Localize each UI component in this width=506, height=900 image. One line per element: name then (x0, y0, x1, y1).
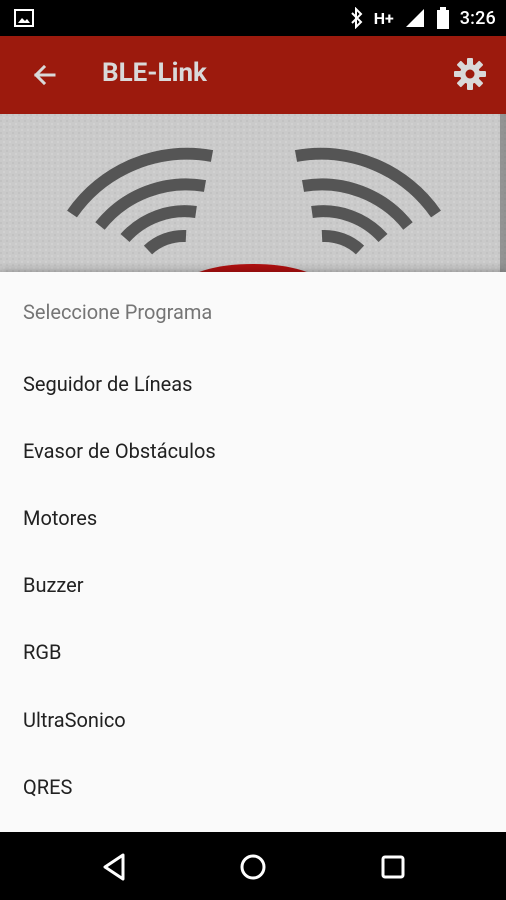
program-item-label: Motores (23, 506, 98, 530)
program-item-evasor[interactable]: Evasor de Obstáculos (0, 423, 506, 479)
program-item-seguidor[interactable]: Seguidor de Líneas (0, 356, 506, 412)
sheet-title: Seleccione Programa (23, 300, 213, 324)
program-item-label: QRES (23, 775, 73, 799)
program-selection-sheet: Seleccione Programa Seguidor de Líneas E… (0, 272, 506, 832)
network-type: H+ (373, 8, 394, 28)
program-item-motores[interactable]: Motores (0, 490, 506, 546)
program-item-ultrasonico[interactable]: UltraSonico (0, 692, 506, 748)
image-icon (14, 9, 34, 27)
program-item-rgb[interactable]: RGB (0, 624, 506, 680)
program-item-label: Evasor de Obstáculos (23, 439, 216, 463)
program-item-label: Seguidor de Líneas (23, 372, 193, 396)
program-item-label: RGB (23, 640, 62, 664)
home-circle-icon[interactable] (236, 850, 270, 884)
clock: 3:26 (459, 7, 496, 29)
status-bar: H+ 3:26 (0, 0, 506, 36)
scroll-edge (500, 114, 506, 274)
recents-square-icon[interactable] (376, 850, 410, 884)
back-triangle-icon[interactable] (97, 850, 131, 884)
back-arrow-icon[interactable] (28, 58, 62, 92)
navigation-bar (0, 832, 506, 900)
status-icons: H+ 3:26 (350, 4, 496, 32)
gear-icon[interactable] (452, 56, 488, 92)
battery-icon (436, 7, 449, 29)
app-bar: BLE-Link (0, 36, 506, 114)
program-item-label: Buzzer (23, 573, 84, 597)
program-item-label: UltraSonico (23, 708, 126, 732)
wireless-signal-icon (0, 114, 506, 274)
program-item-buzzer[interactable]: Buzzer (0, 557, 506, 613)
bluetooth-icon (351, 7, 363, 29)
hero-image (0, 114, 506, 274)
app-title: BLE-Link (102, 58, 207, 88)
signal-icon (405, 9, 424, 27)
program-item-qres[interactable]: QRES (0, 759, 506, 815)
